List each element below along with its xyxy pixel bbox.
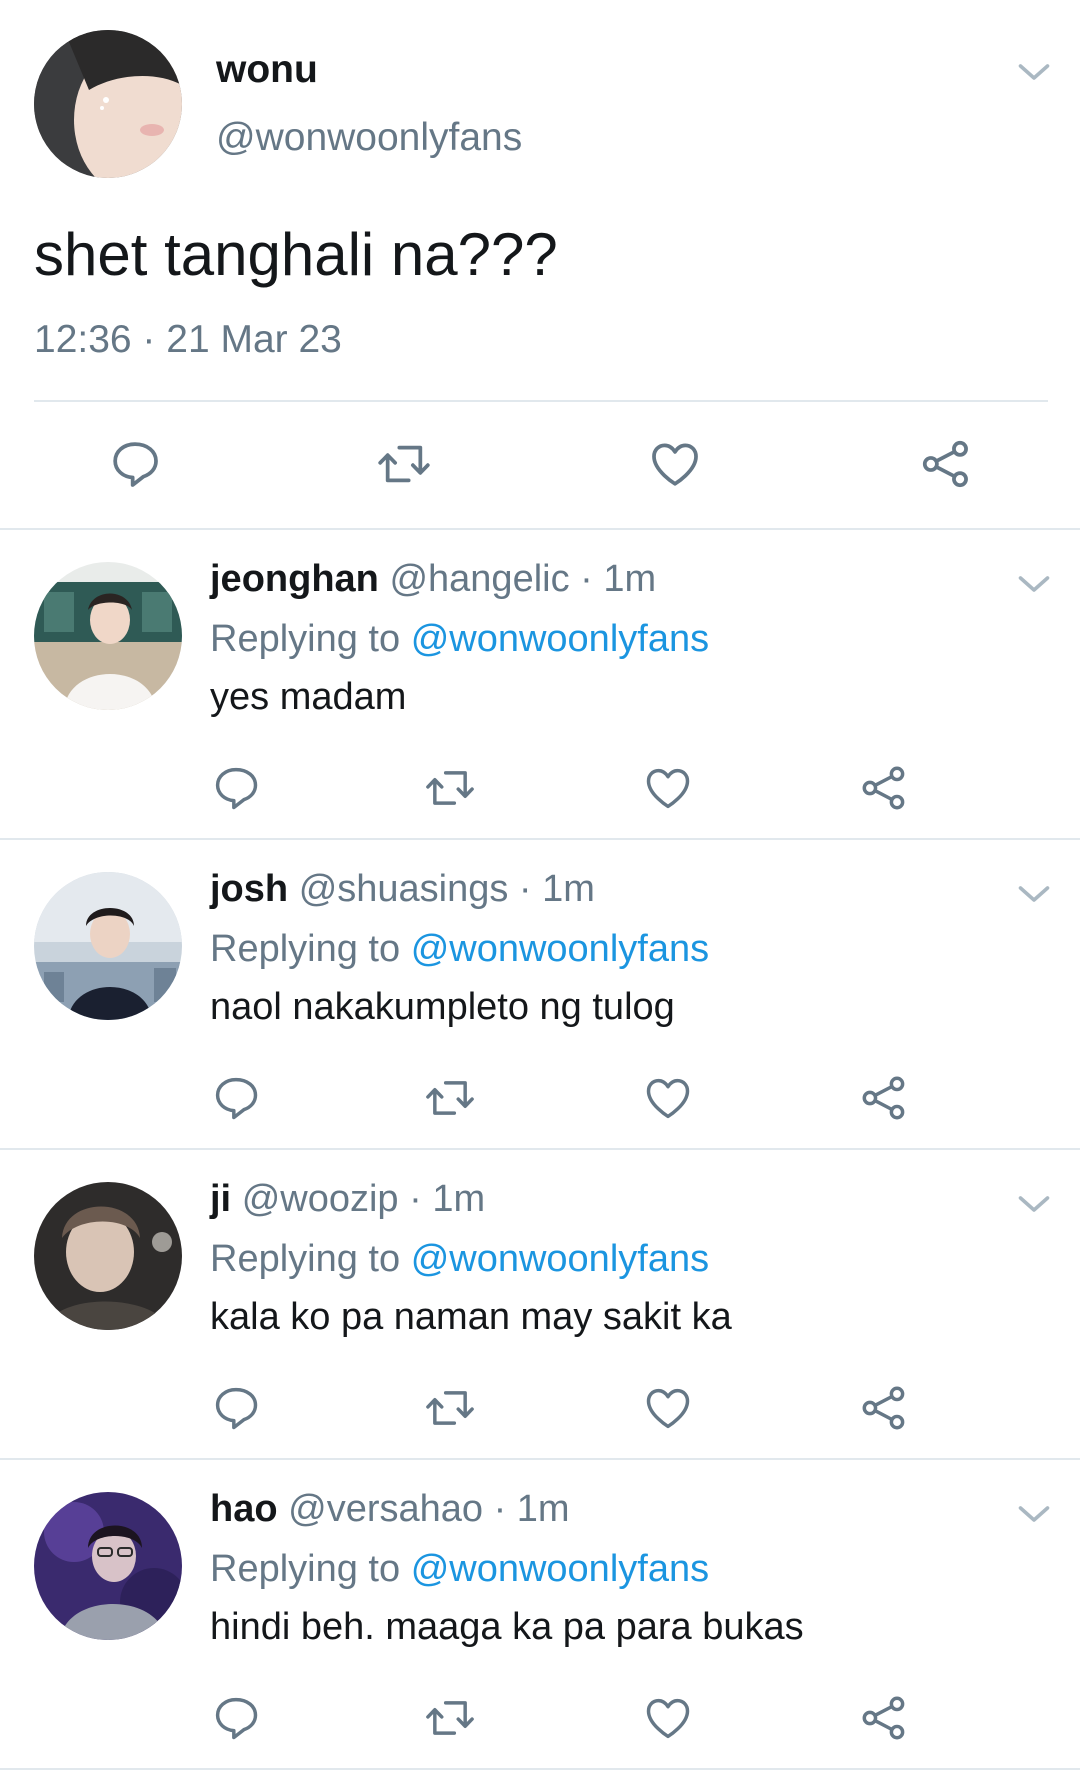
main-tweet-timestamp[interactable]: 12:36 · 21 Mar 23	[34, 318, 342, 362]
share-button[interactable]	[918, 436, 974, 492]
retweet-icon	[376, 436, 432, 492]
reply-button[interactable]	[210, 762, 262, 814]
main-tweet-author-handle[interactable]: @wonwoonlyfans	[216, 116, 522, 160]
reply-text: naol nakakumpleto ng tulog	[210, 986, 675, 1028]
reply-tweet[interactable]: josh @shuasings · 1m Replying to @wonwoo…	[0, 840, 1080, 1150]
avatar[interactable]	[34, 872, 182, 1020]
chevron-down-icon[interactable]	[1016, 1500, 1052, 1528]
like-button[interactable]	[647, 436, 703, 492]
reply-button[interactable]	[210, 1692, 262, 1744]
like-icon	[642, 1072, 694, 1124]
retweet-icon	[424, 1692, 476, 1744]
replying-to-link[interactable]: @wonwoonlyfans	[411, 928, 709, 970]
reply-text: yes madam	[210, 676, 407, 718]
avatar[interactable]	[34, 1492, 182, 1640]
reply-header: ji @woozip · 1m	[210, 1178, 485, 1221]
reply-header: hao @versahao · 1m	[210, 1488, 570, 1531]
reply-header: josh @shuasings · 1m	[210, 868, 595, 911]
share-button[interactable]	[858, 1692, 910, 1744]
share-icon	[918, 436, 974, 492]
reply-button[interactable]	[210, 1072, 262, 1124]
like-button[interactable]	[642, 1072, 694, 1124]
reply-text: hindi beh. maaga ka pa para bukas	[210, 1606, 804, 1648]
reply-tweet[interactable]: jeonghan @hangelic · 1m Replying to @won…	[0, 530, 1080, 840]
reply-tweet[interactable]: ji @woozip · 1m Replying to @wonwoonlyfa…	[0, 1150, 1080, 1460]
replying-to-link[interactable]: @wonwoonlyfans	[411, 1238, 709, 1280]
divider	[34, 400, 1048, 402]
replying-to-label: Replying to	[210, 1238, 401, 1280]
chevron-down-icon[interactable]	[1016, 570, 1052, 598]
replying-to-label: Replying to	[210, 928, 401, 970]
chevron-down-icon[interactable]	[1016, 1190, 1052, 1218]
reply-icon	[210, 1382, 262, 1434]
reply-author-name[interactable]: ji	[210, 1178, 231, 1220]
reply-tweet[interactable]: hao @versahao · 1m Replying to @wonwoonl…	[0, 1460, 1080, 1770]
reply-text: kala ko pa naman may sakit ka	[210, 1296, 732, 1338]
avatar[interactable]	[34, 1182, 182, 1330]
like-icon	[642, 1692, 694, 1744]
share-icon	[858, 1692, 910, 1744]
main-tweet: wonu @wonwoonlyfans shet tanghali na??? …	[0, 0, 1080, 530]
reply-button[interactable]	[107, 436, 163, 492]
like-button[interactable]	[642, 1692, 694, 1744]
reply-author-name[interactable]: josh	[210, 868, 288, 910]
like-icon	[642, 1382, 694, 1434]
replying-to-line: Replying to @wonwoonlyfans	[210, 1238, 709, 1281]
like-button[interactable]	[642, 1382, 694, 1434]
reply-author-meta[interactable]: @versahao · 1m	[288, 1488, 569, 1530]
reply-header: jeonghan @hangelic · 1m	[210, 558, 656, 601]
reply-author-name[interactable]: jeonghan	[210, 558, 379, 600]
retweet-button[interactable]	[376, 436, 432, 492]
share-button[interactable]	[858, 1072, 910, 1124]
replying-to-label: Replying to	[210, 1548, 401, 1590]
retweet-icon	[424, 762, 476, 814]
reply-button[interactable]	[210, 1382, 262, 1434]
like-icon	[647, 436, 703, 492]
share-icon	[858, 1382, 910, 1434]
reply-icon	[107, 436, 163, 492]
like-button[interactable]	[642, 762, 694, 814]
share-button[interactable]	[858, 1382, 910, 1434]
like-icon	[642, 762, 694, 814]
reply-author-meta[interactable]: @woozip · 1m	[242, 1178, 485, 1220]
reply-author-meta[interactable]: @shuasings · 1m	[299, 868, 595, 910]
chevron-down-icon[interactable]	[1016, 880, 1052, 908]
reply-author-meta[interactable]: @hangelic · 1m	[389, 558, 656, 600]
main-tweet-avatar[interactable]	[34, 30, 182, 178]
avatar[interactable]	[34, 562, 182, 710]
replying-to-line: Replying to @wonwoonlyfans	[210, 618, 709, 661]
retweet-button[interactable]	[424, 1692, 476, 1744]
replying-to-line: Replying to @wonwoonlyfans	[210, 1548, 709, 1591]
main-tweet-text: shet tanghali na???	[34, 221, 558, 288]
reply-icon	[210, 1072, 262, 1124]
share-icon	[858, 762, 910, 814]
reply-icon	[210, 1692, 262, 1744]
replying-to-line: Replying to @wonwoonlyfans	[210, 928, 709, 971]
main-tweet-author-name[interactable]: wonu	[216, 48, 318, 92]
replying-to-link[interactable]: @wonwoonlyfans	[411, 1548, 709, 1590]
retweet-button[interactable]	[424, 1072, 476, 1124]
reply-icon	[210, 762, 262, 814]
share-icon	[858, 1072, 910, 1124]
chevron-down-icon[interactable]	[1016, 58, 1052, 86]
share-button[interactable]	[858, 762, 910, 814]
retweet-button[interactable]	[424, 1382, 476, 1434]
retweet-button[interactable]	[424, 762, 476, 814]
reply-author-name[interactable]: hao	[210, 1488, 278, 1530]
retweet-icon	[424, 1382, 476, 1434]
replying-to-label: Replying to	[210, 618, 401, 660]
retweet-icon	[424, 1072, 476, 1124]
replying-to-link[interactable]: @wonwoonlyfans	[411, 618, 709, 660]
